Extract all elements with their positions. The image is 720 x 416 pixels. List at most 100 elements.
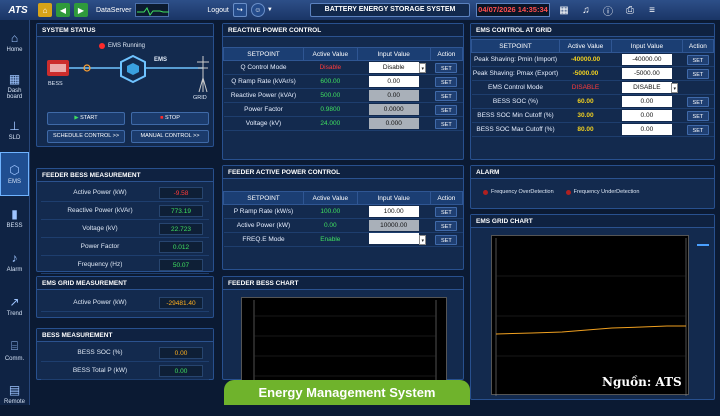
sidebar-item-alarm[interactable]: ♪ Alarm	[0, 240, 29, 284]
reactive-power-control-title: REACTIVE POWER CONTROL	[223, 24, 463, 37]
setpoint-input[interactable]: 0.00	[621, 110, 672, 121]
column-header: Input Value	[356, 47, 431, 61]
menu-icon[interactable]: ≡	[644, 2, 660, 18]
measurement-label: Voltage (kV)	[82, 225, 118, 232]
set-button[interactable]: SET	[686, 124, 709, 135]
setpoint-input[interactable]	[368, 233, 419, 244]
feeder-bess-chart-panel: FEEDER BESS CHART	[222, 276, 464, 382]
dropdown-arrow-icon[interactable]: ▾	[419, 63, 427, 73]
manual-control-button[interactable]: MANUAL CONTROL >>	[131, 130, 209, 143]
setpoint-input[interactable]: -5000.00	[621, 68, 672, 79]
setpoint-label: Peak Shaving: Pmin (Import)	[471, 52, 560, 67]
sidebar-item-remote[interactable]: ▤ Remote	[0, 372, 29, 416]
active-value: -5000.00	[572, 70, 599, 77]
stop-button[interactable]: ■ STOP	[131, 112, 209, 125]
ems-control-at-grid-title: EMS CONTROL AT GRID	[471, 24, 714, 37]
feeder-bess-chart-plot[interactable]	[241, 297, 447, 382]
app-title: BATTERY ENERGY STORAGE SYSTEM	[310, 3, 470, 17]
set-button[interactable]: SET	[435, 220, 458, 231]
sld-icon: ⊥	[9, 119, 20, 133]
setpoint-input[interactable]: Disable	[368, 62, 419, 73]
sidebar-item-comm[interactable]: ⌸ Comm.	[0, 328, 29, 372]
set-button[interactable]: SET	[435, 118, 458, 129]
sidebar-item-label: SLD	[8, 135, 21, 141]
setpoint-input[interactable]: 10000.00	[368, 220, 419, 231]
set-button[interactable]: SET	[435, 76, 458, 87]
measurement-value: 773.19	[159, 204, 203, 217]
measurement-label: Active Power (kW)	[73, 299, 127, 306]
set-button[interactable]: SET	[435, 90, 458, 101]
banner-caption: Energy Management System	[224, 380, 470, 405]
sidebar-item-label: Remote	[3, 399, 25, 405]
setpoint-input[interactable]: 0.000	[368, 118, 419, 129]
sidebar-item-trend[interactable]: ↗ Trend	[0, 284, 29, 328]
sidebar-item-home[interactable]: ⌂ Home	[0, 20, 29, 64]
set-button[interactable]: SET	[686, 110, 709, 121]
setpoint-input[interactable]: 0.00	[621, 96, 672, 107]
info-icon[interactable]: ⓘ	[600, 2, 616, 18]
column-header: SETPOINT	[223, 47, 304, 61]
home-icon: ⌂	[10, 31, 19, 45]
trend-icon: ↗	[9, 295, 20, 309]
feeder-bess-measurement-title: FEEDER BESS MEASUREMENT	[37, 169, 213, 182]
setpoint-row: Q Control Mode Disable Disable ▾ SET	[223, 60, 463, 75]
set-button[interactable]: SET	[435, 104, 458, 115]
setpoint-input[interactable]: -40000.00	[621, 54, 672, 65]
bell-icon: ♪	[11, 251, 18, 265]
setpoint-input[interactable]: 0.00	[368, 76, 419, 87]
measurement-label: Power Factor	[80, 243, 120, 250]
set-button[interactable]: SET	[435, 234, 458, 245]
schedule-control-button[interactable]: SCHEDULE CONTROL >>	[47, 130, 125, 143]
set-button[interactable]: SET	[686, 96, 709, 107]
set-button[interactable]: SET	[435, 62, 458, 73]
sidebar-item-sld[interactable]: ⊥ SLD	[0, 108, 29, 152]
setpoint-input[interactable]: DISABLE	[621, 82, 672, 93]
alarm-label: Frequency OverDetection	[491, 189, 554, 195]
logout-link[interactable]: Logout	[207, 7, 228, 14]
forward-arrow-icon[interactable]: ▶	[74, 3, 88, 17]
home-small-icon[interactable]: ⌂	[38, 3, 52, 17]
measurement-value: 22.723	[159, 222, 203, 235]
sidebar-item-bess[interactable]: ▮ BESS	[0, 196, 29, 240]
dropdown-arrow-icon[interactable]: ▾	[671, 83, 679, 93]
setpoint-input[interactable]: 0.0000	[368, 104, 419, 115]
set-button[interactable]: SET	[686, 54, 709, 65]
ems-label: EMS	[154, 57, 168, 63]
set-button[interactable]: SET	[435, 206, 458, 217]
ems-status-text: EMS Running	[108, 43, 146, 49]
remote-icon: ▤	[8, 383, 21, 397]
system-diagram	[47, 54, 209, 93]
user-dropdown-icon[interactable]: ▼	[267, 7, 273, 13]
setpoint-row: Peak Shaving: Pmin (Import) -40000.00 -400…	[471, 52, 714, 67]
logout-icon[interactable]: ↪	[232, 3, 247, 17]
measurement-row: Frequency (Hz) 50.07	[41, 256, 209, 274]
sidebar-item-ems[interactable]: ⬡ EMS	[0, 152, 29, 196]
start-button[interactable]: ▶ START	[47, 112, 125, 125]
feeder-active-power-panel: FEEDER ACTIVE POWER CONTROL SETPOINT Acti…	[222, 165, 464, 270]
speaker-icon[interactable]: ♫	[578, 2, 594, 18]
column-header: Active Value	[303, 191, 358, 205]
setpoint-input[interactable]: 100.00	[368, 206, 419, 217]
column-header: Active Value	[303, 47, 358, 61]
active-value: 500.00	[320, 92, 341, 99]
measurement-value: 50.07	[159, 258, 203, 271]
setpoint-input[interactable]: 0.00	[368, 90, 419, 101]
calendar-icon[interactable]: ▦	[556, 2, 572, 18]
ems-running-indicator: EMS Running	[99, 43, 145, 49]
setpoint-input[interactable]: 0.00	[621, 124, 672, 135]
setpoint-label: Q Control Mode	[223, 60, 304, 75]
feeder-bess-chart-title: FEEDER BESS CHART	[223, 277, 463, 290]
set-button[interactable]: SET	[686, 68, 709, 79]
setpoint-label: BESS SOC Min Cutoff (%)	[471, 108, 560, 123]
back-arrow-icon[interactable]: ◀	[56, 3, 70, 17]
user-icon[interactable]: ☺	[250, 3, 265, 17]
column-header: Action	[429, 47, 464, 61]
measurement-label: BESS Total P (kW)	[72, 367, 128, 374]
measurement-row: BESS SOC (%) 0.00	[41, 344, 209, 362]
print-icon[interactable]: ⎙	[622, 2, 638, 18]
ems-control-table: SETPOINT Active Value Input Value Action Pea…	[471, 39, 715, 137]
sidebar-item-dash-board[interactable]: ▦ Dash board	[0, 64, 29, 108]
ems-grid-chart-plot[interactable]	[491, 235, 689, 396]
dropdown-arrow-icon[interactable]: ▾	[419, 235, 427, 245]
alarm-led-icon	[483, 189, 488, 195]
